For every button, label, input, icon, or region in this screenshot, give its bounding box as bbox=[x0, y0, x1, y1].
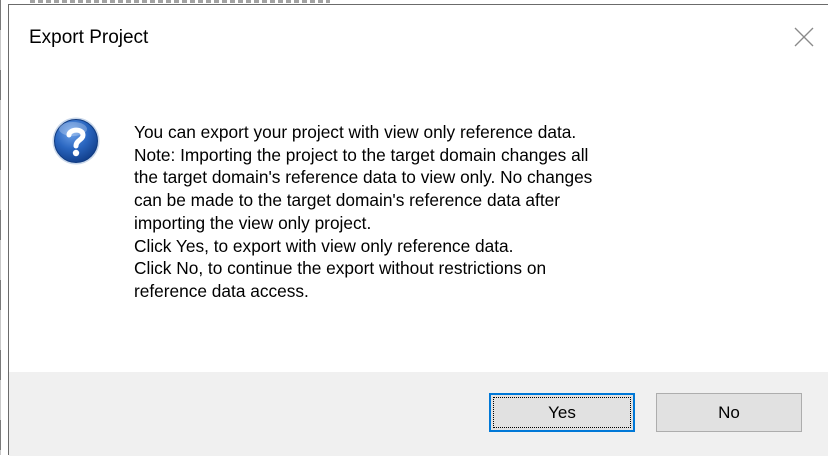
dialog-content: You can export your project with view on… bbox=[9, 71, 828, 372]
question-icon bbox=[52, 117, 100, 165]
close-button[interactable] bbox=[784, 17, 824, 57]
no-button[interactable]: No bbox=[656, 393, 802, 432]
yes-button[interactable]: Yes bbox=[489, 393, 635, 432]
focus-ring bbox=[493, 397, 631, 428]
export-project-dialog: Export Project You can export your proje… bbox=[8, 4, 828, 456]
close-icon bbox=[794, 27, 814, 47]
dialog-footer: Yes No bbox=[9, 372, 828, 456]
background-text bbox=[30, 0, 330, 3]
no-button-label: No bbox=[718, 402, 740, 422]
dialog-title: Export Project bbox=[29, 27, 149, 48]
dialog-message: You can export your project with view on… bbox=[134, 122, 593, 301]
dialog-titlebar[interactable]: Export Project bbox=[9, 5, 828, 71]
background-window-edge bbox=[0, 0, 1, 455]
